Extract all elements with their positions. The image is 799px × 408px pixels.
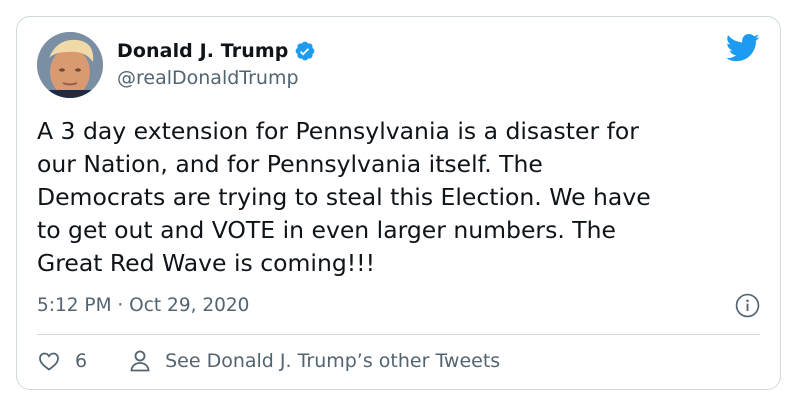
see-other-tweets-link[interactable]: See Donald J. Trump’s other Tweets xyxy=(129,349,500,373)
info-icon[interactable] xyxy=(735,293,760,318)
verified-badge-icon xyxy=(294,40,316,62)
tweet-card[interactable]: Donald J. Trump @realDonaldTrump A 3 day… xyxy=(16,16,781,390)
author-name[interactable]: Donald J. Trump xyxy=(117,40,288,62)
divider xyxy=(37,334,760,335)
like-count: 6 xyxy=(75,350,88,372)
avatar[interactable] xyxy=(37,32,103,98)
author-handle[interactable]: @realDonaldTrump xyxy=(117,67,299,89)
see-other-tweets-label: See Donald J. Trump’s other Tweets xyxy=(165,350,501,372)
tweet-timestamp[interactable]: 5:12 PM · Oct 29, 2020 xyxy=(37,295,249,316)
person-icon xyxy=(129,349,151,373)
like-button[interactable]: 6 xyxy=(37,349,129,373)
twitter-bird-icon[interactable] xyxy=(725,33,760,63)
heart-icon xyxy=(37,349,61,373)
tweet-text: A 3 day extension for Pennsylvania is a … xyxy=(37,117,651,277)
action-bar: 6 See Donald J. Trump’s other Tweets xyxy=(37,349,500,373)
